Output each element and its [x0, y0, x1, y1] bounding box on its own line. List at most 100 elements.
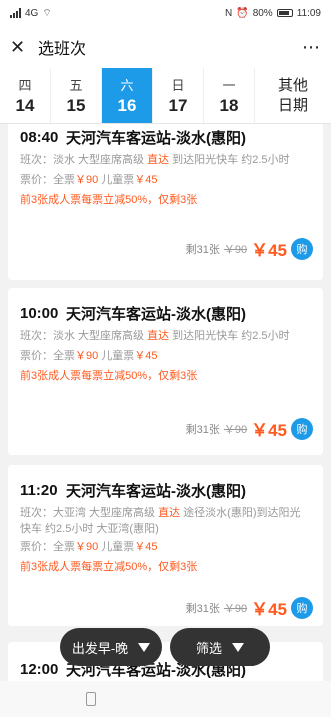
adult-label: 全票 — [53, 350, 75, 362]
original-price: ￥90 — [223, 602, 248, 615]
close-icon[interactable]: ✕ — [10, 37, 32, 58]
date-weekday: 四 — [18, 78, 32, 93]
trip-footer: 剩31张 ￥90 ￥45 购 — [186, 236, 313, 261]
trip-list: 08:40 天河汽车客运站-淡水(惠阳) 班次：淡水 大型座席高级 直达 到达阳… — [0, 124, 331, 717]
filter-button[interactable]: 筛选 — [170, 628, 270, 666]
date-weekday: 一 — [222, 78, 236, 93]
trip-header: 12:00 天河汽车客运站-淡水(惠阳) — [20, 658, 311, 680]
remaining-seats: 剩31张 — [185, 423, 220, 436]
date-day: 17 — [168, 96, 188, 115]
nfc-icon: N — [225, 7, 233, 19]
adult-label: 全票 — [53, 174, 75, 186]
date-item-selected[interactable]: 六 16 — [102, 68, 153, 123]
trip-header: 08:40 天河汽车客运站-淡水(惠阳) — [20, 126, 311, 148]
sale-price: ￥45 — [251, 241, 287, 260]
date-selector: 四 14 五 15 六 16 日 17 一 18 其他 日期 — [0, 68, 331, 124]
other-date-label-1: 其他 — [277, 76, 308, 94]
date-day: 18 — [219, 96, 239, 115]
page-title: 选班次 — [38, 41, 87, 58]
trip-info-b: 到达阳光快车 约2.5小时 — [169, 154, 290, 166]
wifi-icon: ⌔ — [42, 7, 52, 19]
date-weekday: 日 — [171, 78, 185, 93]
trip-info: 班次：淡水 大型座席高级 直达 到达阳光快车 约2.5小时 — [20, 328, 311, 344]
signal-icon — [10, 8, 21, 18]
date-day: 16 — [117, 96, 137, 115]
sort-label: 出发早-晚 — [71, 640, 129, 656]
child-price: ￥45 — [134, 174, 158, 186]
fare-line: 票价：全票￥90 儿童票￥45 — [20, 348, 311, 364]
trip-time: 10:00 — [20, 304, 59, 322]
adult-price: ￥90 — [75, 350, 99, 362]
promo-text: 前3张成人票每票立减50%，仅剩3张 — [20, 370, 198, 382]
adult-price: ￥90 — [75, 174, 99, 186]
remaining-seats: 剩31张 — [185, 602, 220, 615]
adult-label: 全票 — [53, 541, 75, 553]
promo-text: 前3张成人票每票立减50%，仅剩3张 — [20, 561, 198, 573]
home-indicator-icon[interactable] — [86, 692, 96, 706]
fare-label: 票价： — [20, 350, 53, 362]
direct-tag: 直达 — [147, 154, 170, 166]
trip-footer: 剩31张 ￥90 ￥45 购 — [186, 595, 313, 620]
trip-route: 天河汽车客运站-淡水(惠阳) — [66, 129, 246, 147]
trip-time: 11:20 — [20, 481, 58, 499]
trip-card[interactable]: 11:20 天河汽车客运站-淡水(惠阳) 班次：大亚湾 大型座席高级 直达 途径… — [8, 465, 323, 626]
trip-route: 天河汽车客运站-淡水(惠阳) — [66, 305, 246, 323]
status-left: 4G ⌔ — [10, 7, 52, 20]
sort-button[interactable]: 出发早-晚 — [60, 628, 162, 666]
direct-tag: 直达 — [147, 330, 170, 342]
remaining-seats: 剩31张 — [185, 243, 220, 256]
trip-header: 11:20 天河汽车客运站-淡水(惠阳) — [20, 479, 311, 501]
network-type: 4G — [25, 7, 39, 19]
nav-bar: ✕ 选班次 ⋯ — [0, 26, 331, 68]
trip-info: 班次：淡水 大型座席高级 直达 到达阳光快车 约2.5小时 — [20, 152, 311, 168]
trip-info: 班次：大亚湾 大型座席高级 直达 途径淡水(惠阳)到达阳光快车 约2.5小时 大… — [20, 505, 311, 537]
buy-button[interactable]: 购 — [291, 237, 313, 260]
trip-header: 10:00 天河汽车客运站-淡水(惠阳) — [20, 302, 311, 324]
trip-card[interactable]: 10:00 天河汽车客运站-淡水(惠阳) 班次：淡水 大型座席高级 直达 到达阳… — [8, 288, 323, 455]
alarm-icon: ⏰ — [236, 7, 249, 19]
trip-info-a: 班次：淡水 大型座席高级 — [20, 154, 148, 166]
buy-button[interactable]: 购 — [291, 596, 313, 619]
trip-footer: 剩31张 ￥90 ￥45 购 — [186, 416, 313, 441]
filter-label: 筛选 — [195, 640, 222, 656]
date-day: 14 — [15, 96, 35, 115]
trip-info-a: 班次：大亚湾 大型座席高级 — [20, 507, 159, 519]
trip-info-b: 到达阳光快车 约2.5小时 — [169, 330, 290, 342]
date-item[interactable]: 四 14 — [0, 68, 51, 123]
battery-icon — [276, 9, 293, 17]
other-date-label-2: 日期 — [277, 96, 308, 114]
trip-card[interactable]: 08:40 天河汽车客运站-淡水(惠阳) 班次：淡水 大型座席高级 直达 到达阳… — [8, 124, 323, 280]
date-item[interactable]: 一 18 — [204, 68, 255, 123]
child-label: 儿童票 — [98, 350, 135, 362]
date-day: 15 — [66, 96, 86, 115]
child-label: 儿童票 — [98, 541, 135, 553]
triangle-down-icon — [232, 642, 244, 652]
trip-info-a: 班次：淡水 大型座席高级 — [20, 330, 148, 342]
direct-tag: 直达 — [158, 507, 181, 519]
date-item[interactable]: 日 17 — [153, 68, 204, 123]
clock: 11:09 — [296, 7, 321, 19]
system-nav-bar — [0, 681, 331, 717]
original-price: ￥90 — [223, 243, 248, 256]
child-label: 儿童票 — [98, 174, 135, 186]
triangle-down-icon — [138, 642, 151, 652]
other-date-button[interactable]: 其他 日期 — [255, 68, 331, 123]
date-weekday: 六 — [120, 78, 134, 93]
fare-label: 票价： — [20, 174, 53, 186]
sale-price: ￥45 — [251, 600, 287, 619]
sale-price: ￥45 — [251, 421, 287, 440]
battery-percent: 80% — [252, 7, 273, 19]
child-price: ￥45 — [134, 350, 158, 362]
date-item[interactable]: 五 15 — [51, 68, 102, 123]
more-icon[interactable]: ⋯ — [302, 37, 321, 58]
status-right: N ⏰ 80% 11:09 — [225, 8, 321, 19]
child-price: ￥45 — [134, 541, 158, 553]
trip-route: 天河汽车客运站-淡水(惠阳) — [66, 482, 246, 500]
fare-line: 票价：全票￥90 儿童票￥45 — [20, 172, 311, 188]
buy-button[interactable]: 购 — [291, 417, 313, 440]
promo-text: 前3张成人票每票立减50%，仅剩3张 — [20, 194, 198, 206]
fare-line: 票价：全票￥90 儿童票￥45 — [20, 539, 311, 555]
trip-time: 12:00 — [20, 660, 59, 678]
status-bar: 4G ⌔ N ⏰ 80% 11:09 — [0, 0, 331, 26]
date-weekday: 五 — [69, 78, 83, 93]
